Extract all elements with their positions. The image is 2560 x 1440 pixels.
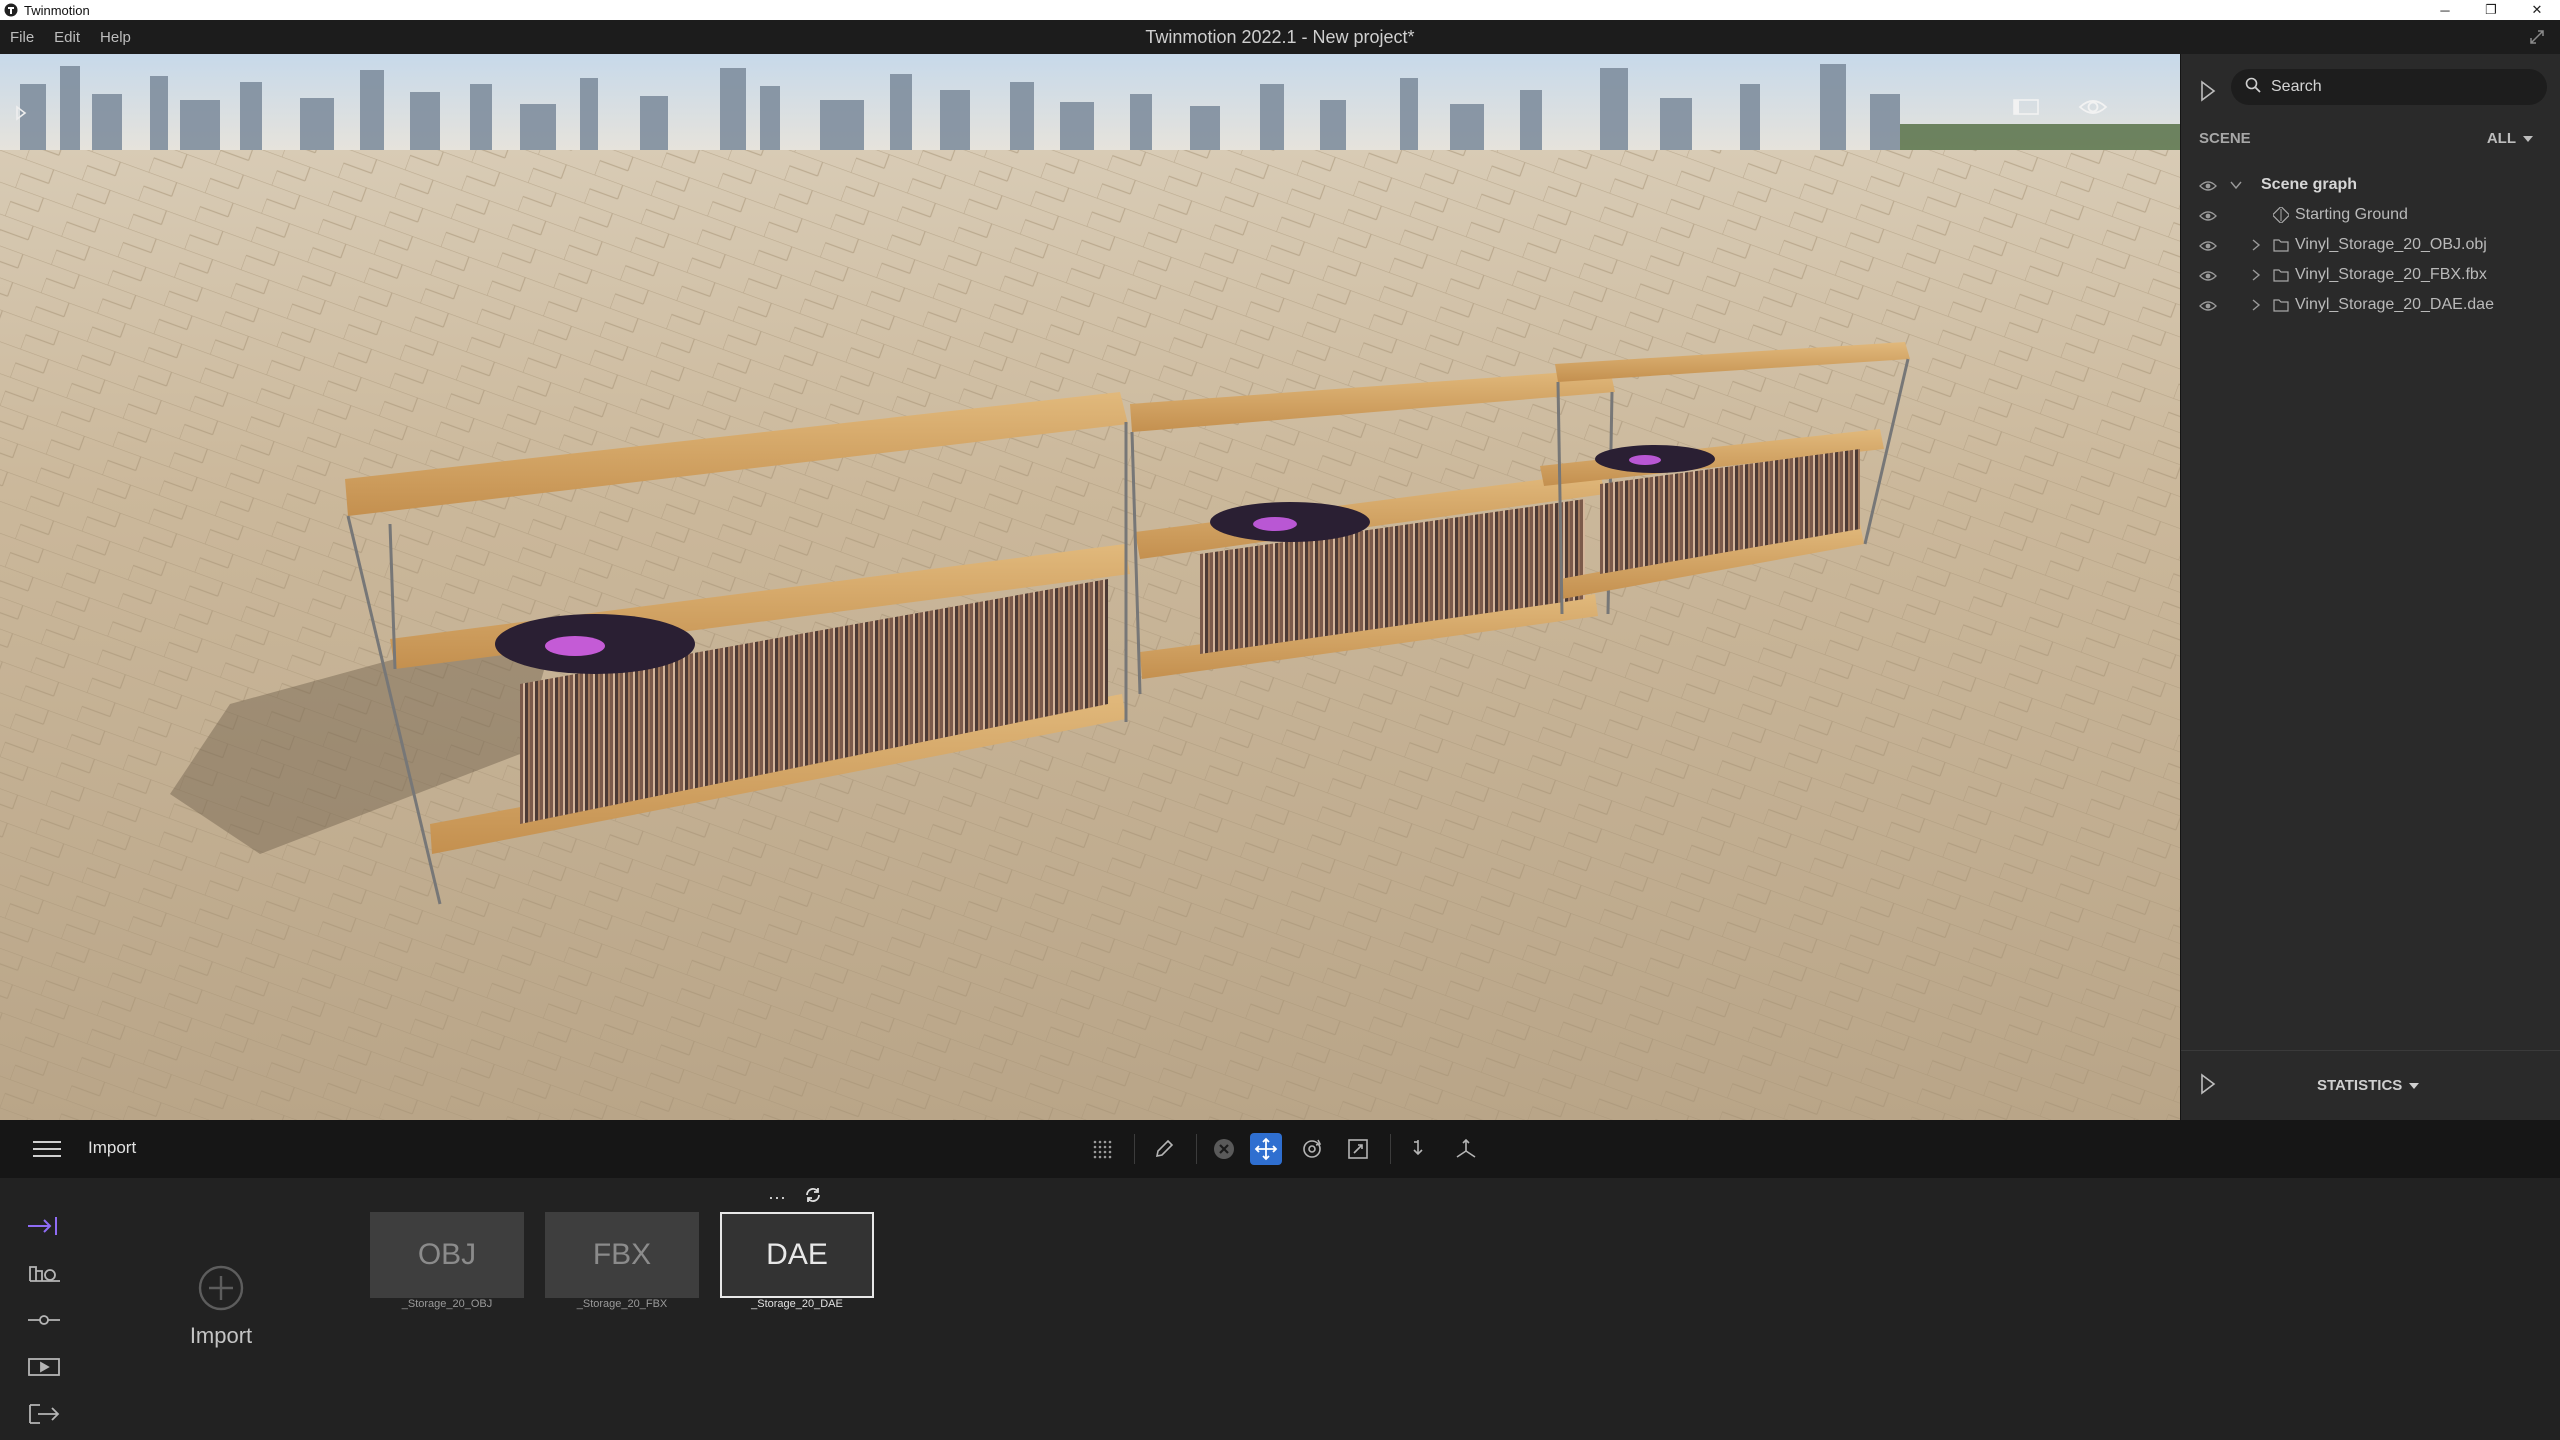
scene-filter-label: ALL [2486, 130, 2516, 147]
toolbar-title: Import [88, 1138, 137, 1157]
tree-item-obj[interactable]: Vinyl_Storage_20_OBJ.obj [2181, 230, 2560, 260]
import-icon[interactable] [26, 1202, 66, 1249]
file-tile-obj[interactable]: OBJ [370, 1212, 524, 1298]
chevron-right-icon[interactable] [2249, 268, 2263, 287]
tree-item-label: Starting Ground [2295, 206, 2408, 223]
menu-bar: File Edit Help Twinmotion 2022.1 - New p… [0, 20, 2560, 54]
window-title: Twinmotion 2022.1 - New project* [1145, 26, 1415, 47]
tree-item-label: Vinyl_Storage_20_OBJ.obj [2295, 236, 2487, 253]
export-icon[interactable] [26, 1390, 66, 1437]
chevron-down-icon [2523, 135, 2533, 142]
move-icon[interactable] [1250, 1133, 1282, 1165]
visibility-mode-icon[interactable] [2078, 96, 2108, 118]
statistics-label: STATISTICS [2317, 1077, 2403, 1094]
deselect-icon[interactable] [1208, 1133, 1240, 1165]
context-icon[interactable] [26, 1249, 66, 1296]
search-icon [2245, 77, 2261, 98]
3d-viewport[interactable] [0, 54, 2180, 1120]
eye-icon[interactable] [2199, 269, 2217, 287]
file-tile-obj-name: _Storage_20_OBJ [401, 1298, 493, 1310]
file-tile-fbx[interactable]: FBX [545, 1212, 699, 1298]
tree-item-fbx[interactable]: Vinyl_Storage_20_FBX.fbx [2181, 260, 2560, 290]
chevron-down-icon[interactable] [2229, 178, 2243, 197]
rotate-icon[interactable] [1296, 1133, 1328, 1165]
menu-edit[interactable]: Edit [44, 29, 90, 46]
scene-section-label: SCENE [2199, 130, 2251, 147]
tree-item-dae[interactable]: Vinyl_Storage_20_DAE.dae [2181, 290, 2560, 320]
drop-to-ground-icon[interactable] [1402, 1133, 1434, 1165]
eye-icon[interactable] [2199, 209, 2217, 227]
file-tile-dae-name: _Storage_20_DAE [751, 1298, 843, 1310]
os-titlebar: Twinmotion ─ ❐ ✕ [0, 0, 2560, 20]
eye-icon[interactable] [2199, 299, 2217, 317]
tile-actions: ··· [768, 1186, 822, 1209]
refresh-icon[interactable] [804, 1186, 822, 1209]
statistics-dropdown[interactable]: STATISTICS [2317, 1077, 2420, 1094]
minimize-button[interactable]: ─ [2422, 0, 2468, 20]
menu-file[interactable]: File [0, 29, 44, 46]
collapse-panel-icon[interactable] [2199, 80, 2217, 107]
file-tile-dae[interactable]: DAE [720, 1212, 874, 1298]
chevron-right-icon[interactable] [2249, 238, 2263, 257]
twinmotion-logo-icon [4, 3, 18, 17]
file-tile-fbx-name: _Storage_20_FBX [576, 1298, 668, 1310]
eye-icon[interactable] [2199, 179, 2217, 197]
settings-icon[interactable] [26, 1296, 66, 1343]
menu-help[interactable]: Help [90, 29, 141, 46]
expand-statistics-icon[interactable] [2199, 1073, 2217, 1100]
restore-button[interactable]: ❐ [2468, 0, 2514, 20]
folder-icon [2273, 298, 2289, 317]
close-button[interactable]: ✕ [2514, 0, 2560, 20]
toolbar-divider [1134, 1134, 1135, 1164]
import-add-button[interactable]: Import [186, 1264, 256, 1349]
chevron-down-icon [2409, 1082, 2420, 1089]
ground-icon [2271, 205, 2291, 228]
toolbar-divider [1390, 1134, 1391, 1164]
bottom-toolbar: Import [0, 1120, 2560, 1178]
scene-panel: SCENE ALL Scene graph Starting Ground Vi… [2180, 54, 2560, 1120]
media-icon[interactable] [26, 1343, 66, 1390]
search-input[interactable] [2271, 78, 2531, 96]
side-toolbar [26, 1202, 66, 1437]
grid-snap-icon[interactable] [1086, 1133, 1118, 1165]
plus-circle-icon [198, 1265, 244, 1311]
aspect-ratio-icon[interactable] [2012, 96, 2040, 118]
scene-graph-label: Scene graph [2261, 176, 2358, 193]
tree-item-label: Vinyl_Storage_20_DAE.dae [2295, 296, 2494, 313]
more-options-icon[interactable]: ··· [768, 1187, 786, 1208]
scene-filter-dropdown[interactable]: ALL [2487, 130, 2534, 147]
eye-icon[interactable] [2199, 239, 2217, 257]
import-add-label: Import [189, 1323, 253, 1348]
chevron-right-icon[interactable] [2249, 298, 2263, 317]
viewport-expand-icon[interactable] [10, 102, 32, 124]
scene-graph-root[interactable]: Scene graph [2181, 170, 2560, 200]
statistics-bar: STATISTICS [2181, 1050, 2560, 1120]
folder-icon [2273, 268, 2289, 287]
eyedropper-icon[interactable] [1148, 1133, 1180, 1165]
local-axis-icon[interactable] [1450, 1133, 1482, 1165]
os-app-name: Twinmotion [24, 2, 90, 18]
tree-item-starting-ground[interactable]: Starting Ground [2181, 200, 2560, 230]
tree-item-label: Vinyl_Storage_20_FBX.fbx [2295, 266, 2487, 283]
scale-icon[interactable] [1342, 1133, 1374, 1165]
scene-render [0, 54, 2180, 1120]
menu-icon[interactable] [32, 1139, 62, 1164]
search-box[interactable] [2231, 69, 2547, 105]
folder-icon [2273, 238, 2289, 257]
toolbar-divider [1196, 1134, 1197, 1164]
scene-graph-tree: Scene graph Starting Ground Vinyl_Storag… [2181, 170, 2560, 320]
import-panel: Import ··· OBJ _Storage_20_OBJ FBX _Stor… [0, 1178, 2560, 1440]
fullscreen-icon[interactable] [2528, 28, 2546, 50]
